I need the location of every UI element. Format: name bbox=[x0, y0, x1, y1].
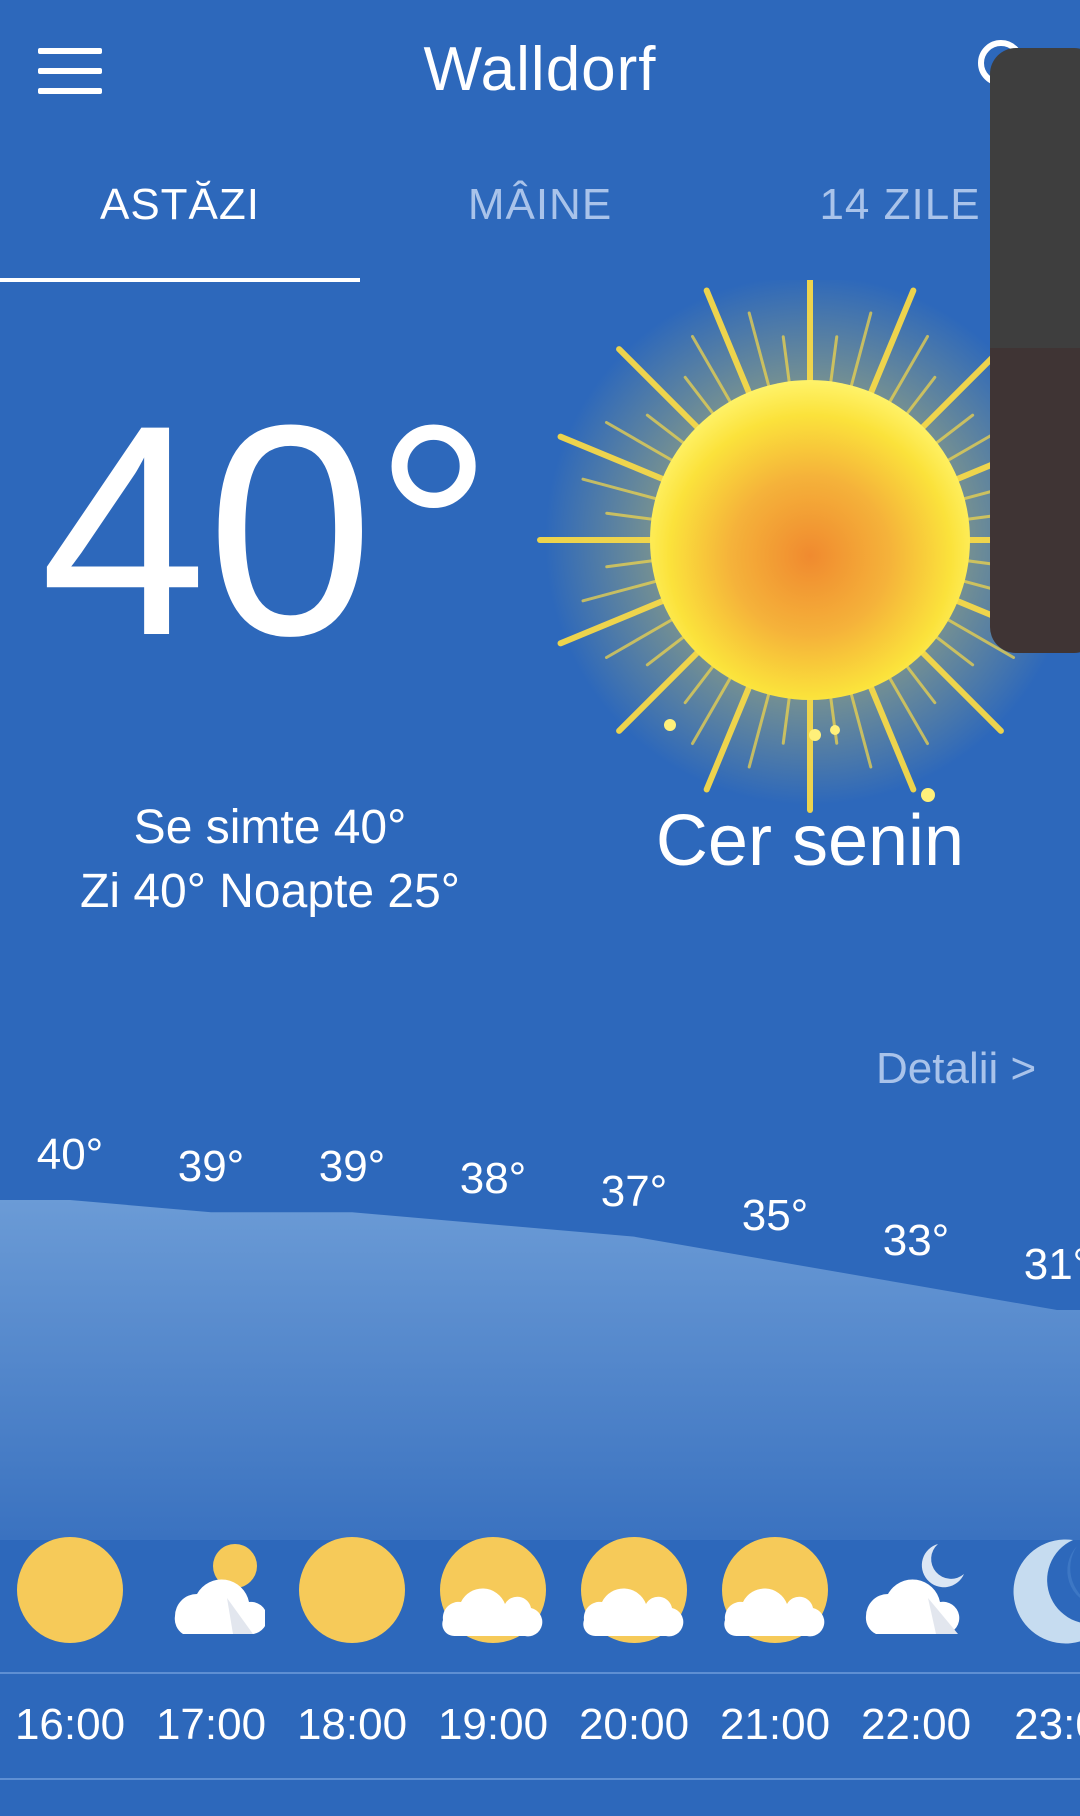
hour-time: 23:0 bbox=[1014, 1700, 1080, 1749]
sun-cloud-icon bbox=[721, 1536, 829, 1644]
details-link[interactable]: Detalii > bbox=[876, 1044, 1036, 1094]
hour-time: 19:00 bbox=[437, 1700, 549, 1749]
overlay-card-bottom bbox=[990, 348, 1080, 653]
city-title: Walldorf bbox=[423, 35, 657, 104]
day-night-temps: Zi 40° Noapte 25° bbox=[80, 865, 460, 918]
tab-tomorrow[interactable]: MÂINE bbox=[360, 180, 720, 230]
feels-like: Se simte 40° bbox=[133, 801, 407, 854]
sun-cloud-icon bbox=[439, 1536, 547, 1644]
cloud-moon-icon bbox=[862, 1536, 970, 1644]
hour-temperature: 33° bbox=[882, 1215, 950, 1265]
moon-icon bbox=[1003, 1536, 1080, 1644]
overlay-card-top bbox=[990, 48, 1080, 348]
condition-text: Cer senin bbox=[655, 801, 965, 881]
sun-icon bbox=[298, 1536, 406, 1644]
cloud-sun-icon bbox=[157, 1536, 268, 1644]
tab-today[interactable]: ASTĂZI bbox=[0, 180, 360, 230]
hour-time: 20:00 bbox=[578, 1700, 690, 1749]
current-temperature: 40° bbox=[40, 362, 494, 698]
hour-temperature: 39° bbox=[318, 1142, 386, 1192]
divider bbox=[0, 1778, 1080, 1780]
hour-time: 22:00 bbox=[860, 1700, 972, 1749]
hour-temperature: 39° bbox=[177, 1142, 245, 1192]
hour-temperature: 35° bbox=[741, 1191, 809, 1241]
sun-cloud-icon bbox=[580, 1536, 688, 1644]
hour-temperature: 31° bbox=[1023, 1240, 1080, 1289]
hour-temperature: 40° bbox=[36, 1130, 104, 1179]
hour-time: 16:00 bbox=[14, 1700, 126, 1749]
floating-overlay-card[interactable] bbox=[990, 48, 1080, 653]
hour-temperature: 37° bbox=[600, 1166, 668, 1216]
hour-temperature: 38° bbox=[459, 1154, 527, 1204]
hour-time: 21:00 bbox=[719, 1700, 831, 1749]
hour-time: 17:00 bbox=[155, 1700, 267, 1749]
tab-indicator bbox=[0, 278, 360, 282]
divider bbox=[0, 1672, 1080, 1674]
hour-time: 18:00 bbox=[296, 1700, 408, 1749]
sun-icon bbox=[16, 1536, 124, 1644]
